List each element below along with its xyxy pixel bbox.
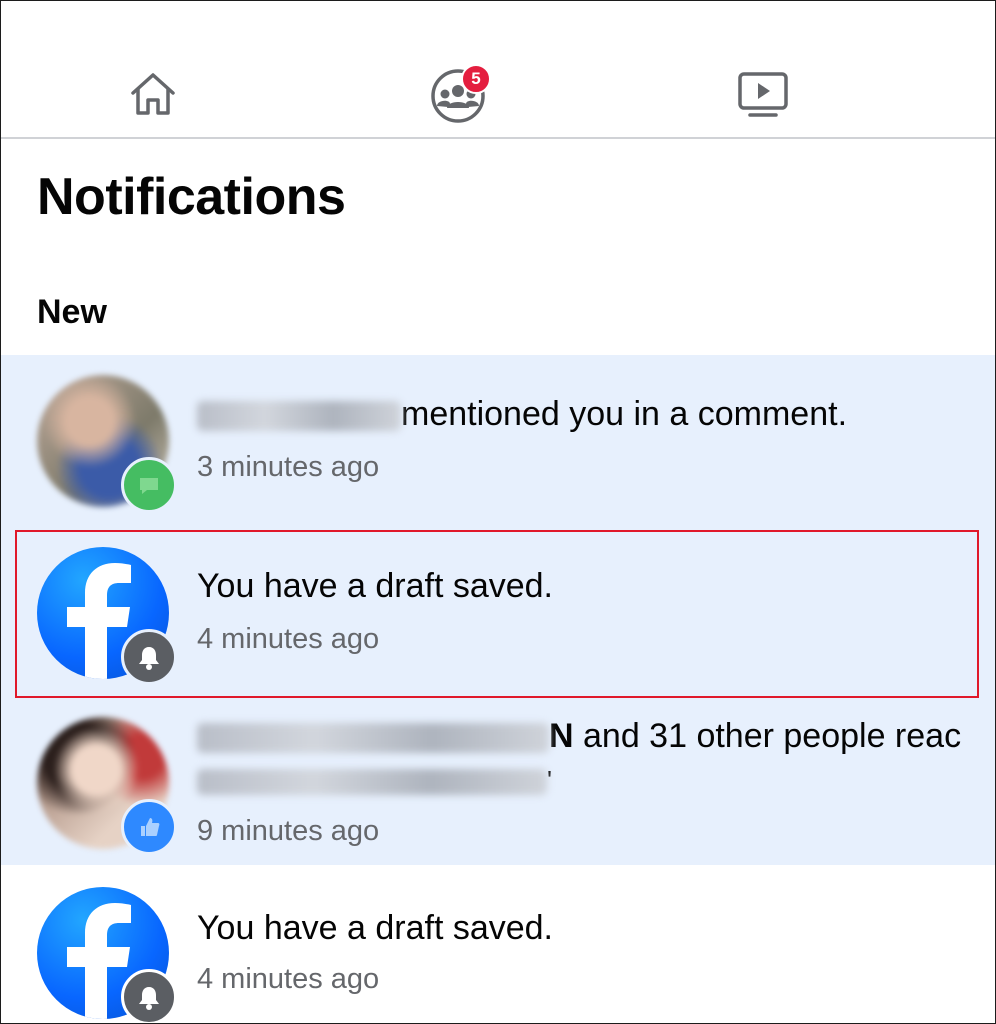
- notification-item[interactable]: mentioned you in a comment. 3 minutes ag…: [1, 355, 995, 527]
- avatar: [37, 717, 177, 855]
- notification-text: N and 31 other people reac: [197, 717, 961, 756]
- notification-second-line: ': [197, 765, 552, 796]
- nav-divider: [1, 137, 995, 139]
- bell-icon: [121, 969, 177, 1023]
- notification-message: You have a draft saved.: [197, 909, 554, 947]
- page-title: Notifications: [37, 168, 346, 226]
- bell-icon: [121, 629, 177, 685]
- groups-badge: 5: [461, 64, 491, 94]
- screen: 5 Notifications New mentioned you in a c…: [0, 0, 996, 1024]
- home-icon: [125, 66, 181, 127]
- blurred-text: [197, 769, 547, 796]
- notification-time: 3 minutes ago: [197, 451, 380, 483]
- tab-groups[interactable]: 5: [423, 61, 493, 131]
- actor-name-end: N: [549, 717, 574, 755]
- notification-time: 4 minutes ago: [197, 623, 380, 655]
- notification-item[interactable]: N and 31 other people reac ' 9 minutes a…: [1, 703, 995, 865]
- notification-message: and 31 other people reac: [573, 717, 962, 755]
- like-icon: [121, 799, 177, 855]
- notification-message: mentioned you in a comment.: [401, 395, 848, 433]
- notification-time: 9 minutes ago: [197, 815, 380, 847]
- section-title-new: New: [37, 293, 107, 331]
- tab-home[interactable]: [118, 61, 188, 131]
- notification-item[interactable]: You have a draft saved. 4 minutes ago: [1, 527, 995, 703]
- top-navigation: 5: [1, 1, 995, 139]
- actor-name: [197, 401, 401, 432]
- notification-time: 4 minutes ago: [197, 963, 380, 995]
- second-line-end: ': [547, 765, 552, 795]
- tab-watch[interactable]: [728, 61, 798, 131]
- avatar: [37, 887, 177, 1023]
- avatar: [37, 547, 177, 685]
- notification-item[interactable]: You have a draft saved. 4 minutes ago: [1, 865, 995, 1023]
- avatar: [37, 375, 177, 513]
- notification-message: You have a draft saved.: [197, 567, 554, 605]
- actor-names: [197, 723, 549, 754]
- notification-text: mentioned you in a comment.: [197, 395, 847, 434]
- message-icon: [121, 457, 177, 513]
- video-icon: [734, 65, 792, 128]
